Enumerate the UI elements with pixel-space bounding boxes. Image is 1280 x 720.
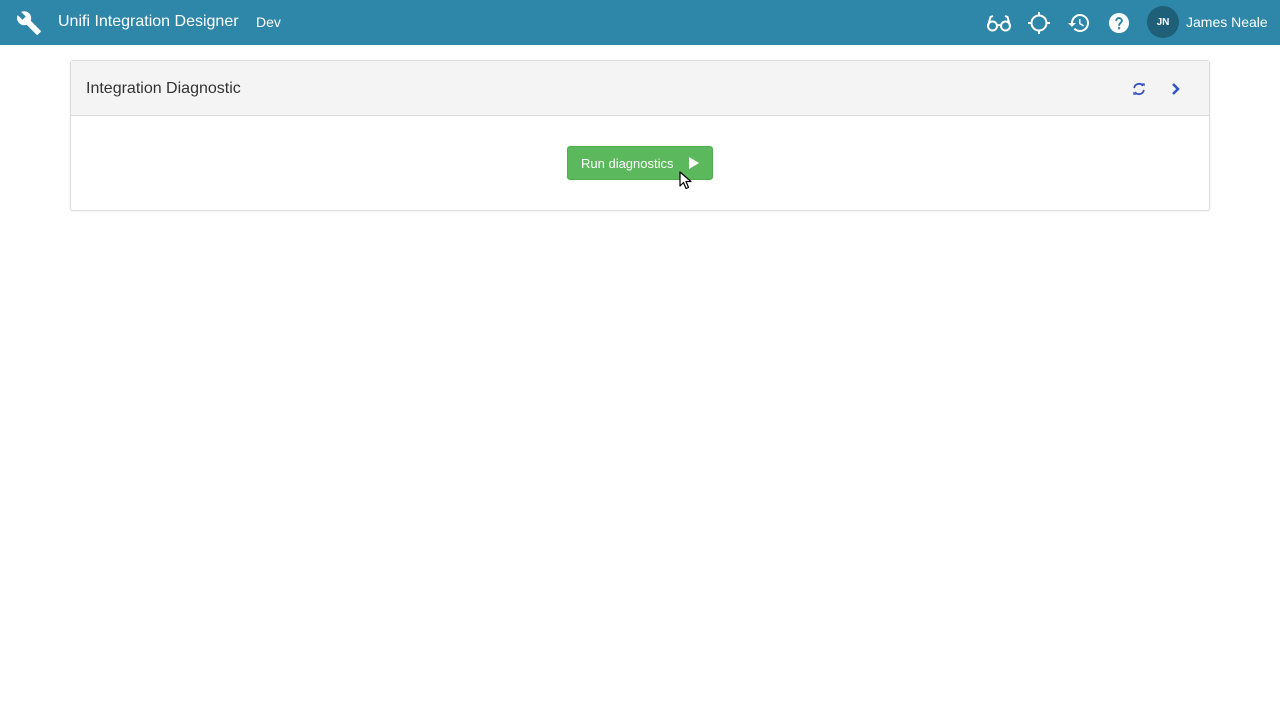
run-diagnostics-label: Run diagnostics (581, 155, 674, 171)
crosshair-icon[interactable] (1026, 10, 1052, 36)
avatar[interactable]: JN (1147, 6, 1179, 38)
refresh-icon[interactable] (1129, 79, 1149, 99)
app-title[interactable]: Unifi Integration Designer (58, 12, 239, 32)
panel-title: Integration Diagnostic (86, 80, 241, 97)
user-name[interactable]: James Neale (1186, 13, 1268, 31)
play-icon (688, 157, 700, 169)
integration-diagnostic-panel: Integration Diagnostic Run diagnostics (70, 60, 1210, 211)
environment-label[interactable]: Dev (256, 13, 281, 31)
panel-header: Integration Diagnostic (71, 61, 1209, 116)
history-icon[interactable] (1066, 10, 1092, 36)
wrench-icon[interactable] (16, 10, 42, 36)
chevron-right-icon[interactable] (1166, 79, 1186, 99)
help-icon[interactable] (1106, 10, 1132, 36)
top-navigation-bar: Unifi Integration Designer Dev JN James … (0, 0, 1280, 45)
run-diagnostics-button[interactable]: Run diagnostics (567, 146, 713, 180)
glasses-icon[interactable] (986, 10, 1012, 36)
